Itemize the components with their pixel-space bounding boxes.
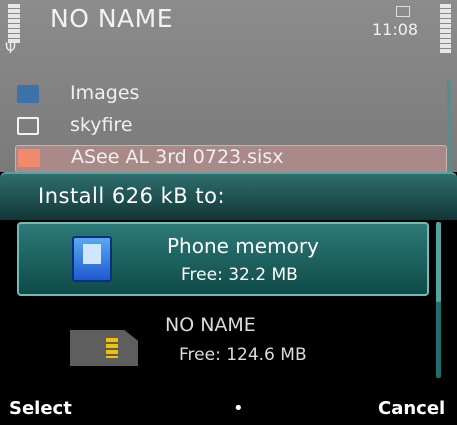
clock-icon bbox=[396, 6, 410, 17]
images-folder-icon bbox=[17, 85, 39, 103]
antenna-icon: Ψ bbox=[5, 41, 17, 57]
cancel-softkey[interactable]: Cancel bbox=[378, 398, 445, 419]
select-softkey[interactable]: Select bbox=[9, 398, 72, 419]
list-item-label: ASee AL 3rd 0723.sisx bbox=[71, 146, 284, 168]
memory-card-icon bbox=[70, 330, 138, 366]
option-name: Phone memory bbox=[167, 234, 319, 258]
option-free-space: Free: 124.6 MB bbox=[179, 345, 307, 365]
option-name: NO NAME bbox=[165, 314, 256, 336]
list-item-label: skyfire bbox=[70, 114, 133, 136]
softkey-bar: Select • Cancel bbox=[0, 394, 457, 425]
phone-memory-icon bbox=[72, 236, 112, 282]
page-title: NO NAME bbox=[50, 4, 173, 33]
sisx-file-icon bbox=[18, 149, 40, 167]
list-item-images[interactable]: Images bbox=[15, 82, 445, 108]
dialog-title: Install 626 kB to: bbox=[38, 184, 226, 208]
battery-icon bbox=[440, 4, 451, 58]
list-item-skyfire[interactable]: skyfire bbox=[15, 114, 445, 140]
list-item-sisx-file[interactable]: ASee AL 3rd 0723.sisx bbox=[15, 145, 447, 173]
list-scrollbar[interactable] bbox=[447, 80, 451, 172]
dialog-scrollbar-thumb[interactable] bbox=[436, 222, 441, 302]
install-dialog: Install 626 kB to: Phone memory Free: 32… bbox=[0, 172, 457, 394]
folder-icon bbox=[17, 117, 39, 135]
clock-time: 11:08 bbox=[372, 20, 419, 39]
option-free-space: Free: 32.2 MB bbox=[181, 265, 298, 285]
dialog-header: Install 626 kB to: bbox=[0, 172, 457, 220]
option-memory-card[interactable]: NO NAME Free: 124.6 MB bbox=[17, 308, 429, 382]
middle-softkey[interactable]: • bbox=[233, 398, 244, 419]
list-item-label: Images bbox=[70, 82, 140, 104]
file-manager-background: Ψ NO NAME 11:08 Images skyfire ASee AL 3… bbox=[0, 0, 457, 173]
option-phone-memory[interactable]: Phone memory Free: 32.2 MB bbox=[17, 222, 429, 296]
